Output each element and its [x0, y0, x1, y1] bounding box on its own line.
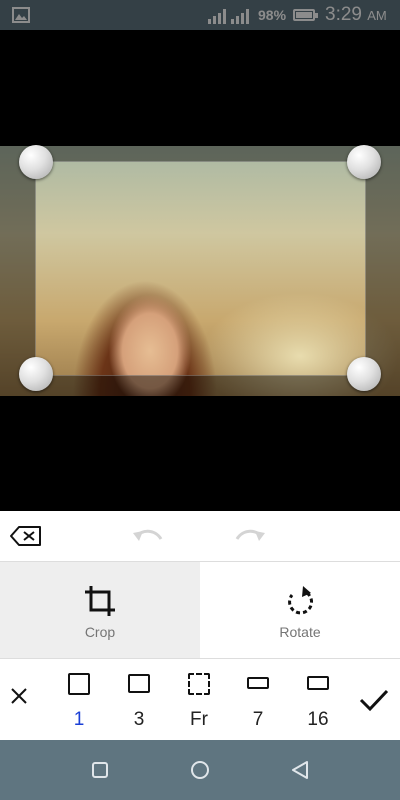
edit-toolbar — [0, 511, 400, 562]
crop-frame[interactable] — [35, 161, 366, 376]
landscape-ratio-icon — [128, 674, 150, 693]
tab-crop[interactable]: Crop — [0, 562, 200, 658]
widescreen-ratio-icon — [307, 676, 329, 690]
cancel-icon[interactable] — [6, 683, 32, 709]
ratio-label-3: 3 — [133, 709, 145, 730]
recents-icon[interactable] — [90, 760, 110, 780]
ratio-label-1: 1 — [73, 709, 85, 730]
home-icon[interactable] — [190, 760, 210, 780]
ratio-option-16[interactable]: 16 — [296, 671, 340, 741]
confirm-check-icon[interactable] — [358, 687, 390, 713]
image-notification-icon — [12, 7, 30, 23]
backspace-icon[interactable] — [8, 521, 44, 551]
wide-ratio-icon — [247, 677, 269, 689]
ratio-label-free: Fr — [190, 709, 208, 730]
ratio-option-7[interactable]: 7 — [236, 671, 280, 741]
clock: 3:29 AM — [325, 4, 387, 26]
ratio-option-1[interactable]: 1 — [57, 671, 101, 741]
ratio-option-3[interactable]: 3 — [117, 671, 161, 741]
clock-ampm: AM — [367, 8, 387, 23]
freeform-ratio-icon — [188, 673, 210, 695]
crop-icon — [85, 586, 115, 616]
signal-icon — [208, 9, 226, 24]
back-icon[interactable] — [290, 760, 310, 780]
undo-icon[interactable] — [130, 521, 166, 551]
tab-crop-label: Crop — [84, 624, 116, 640]
signal-icon — [231, 9, 249, 24]
mode-tabs: Crop Rotate — [0, 562, 400, 658]
ratio-label-16: 16 — [307, 709, 329, 730]
battery-icon — [293, 9, 318, 21]
status-bar: 98% 3:29 AM — [0, 0, 400, 30]
system-nav-bar — [0, 740, 400, 800]
crop-handle-top-left[interactable] — [19, 145, 53, 179]
tab-rotate-label: Rotate — [279, 624, 321, 640]
ratio-option-free[interactable]: Fr — [177, 671, 221, 741]
battery-percent: 98% — [258, 7, 287, 23]
rotate-icon — [288, 586, 314, 615]
square-ratio-icon — [68, 673, 90, 695]
crop-handle-bottom-right[interactable] — [347, 357, 381, 391]
crop-handle-top-right[interactable] — [347, 145, 381, 179]
clock-time: 3:29 — [325, 4, 362, 25]
crop-handle-bottom-left[interactable] — [19, 357, 53, 391]
aspect-ratio-bar: 1 3 Fr 7 16 — [0, 658, 400, 741]
tab-rotate[interactable]: Rotate — [200, 562, 400, 658]
ratio-label-7: 7 — [252, 709, 264, 730]
redo-icon[interactable] — [232, 521, 268, 551]
